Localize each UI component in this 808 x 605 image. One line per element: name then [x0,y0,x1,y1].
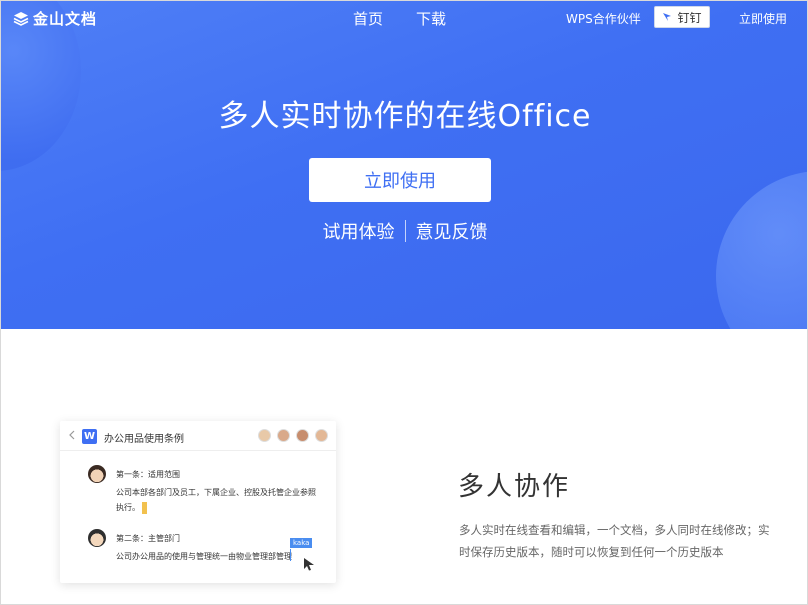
page-frame: 金山文档 首页 下载 WPS合作伙伴 钉钉 立即使用 多人实时协作的在线Offi… [0,0,808,605]
avatar [315,429,328,442]
doc-preview-card: W 办公用品使用条例 第一条：适用范围 公司本部各部门及员工，下属企业、控股及托… [60,421,336,583]
collaborator-cursor [290,549,291,561]
doc-item-body: 公司本部各部门及员工，下属企业、控股及托管企业参照执行。 [116,485,316,515]
back-arrow-icon [69,430,75,440]
hero-title: 多人实时协作的在线Office [218,99,592,134]
feature-title: 多人协作 [458,472,571,502]
dingding-button[interactable]: 钉钉 [654,6,710,28]
doc-item-body: 公司办公用品的使用与管理统一由物业管理部管理 [116,552,292,561]
divider [404,220,406,242]
collaborator-avatars [258,429,334,442]
collaborator-cursor-label: kaka [290,538,313,548]
hero-section: 金山文档 首页 下载 WPS合作伙伴 钉钉 立即使用 多人实时协作的在线Offi… [1,1,807,329]
cursor-mark [142,501,147,514]
doc-item-title: 第一条：适用范围 [116,470,180,479]
hero-links: 试用体验 意见反馈 [1,218,807,244]
logo[interactable]: 金山文档 [13,8,97,29]
avatar [88,465,106,483]
decor-orb-right [716,171,807,329]
trial-link[interactable]: 试用体验 [323,218,395,244]
doc-item-title: 第二条：主管部门 [116,534,180,543]
feedback-link[interactable]: 意见反馈 [416,218,488,244]
avatar [258,429,271,442]
logo-icon [13,11,29,26]
feature-description: 多人实时在线查看和编辑，一个文档，多人同时在线修改；实时保存历史版本，随时可以恢… [459,523,770,559]
hero-use-now-button[interactable]: 立即使用 [309,158,491,202]
nav-partner-link[interactable]: WPS合作伙伴 [566,10,641,27]
doc-card-header: W 办公用品使用条例 [60,421,336,451]
avatar [296,429,309,442]
pin-icon [663,13,672,21]
nav-use-now-link[interactable]: 立即使用 [739,10,787,27]
nav-home-link[interactable]: 首页 [353,8,383,29]
avatar [277,429,290,442]
dingding-label: 钉钉 [677,10,702,25]
avatar [88,529,106,547]
top-nav: 金山文档 首页 下载 WPS合作伙伴 钉钉 立即使用 [1,1,807,35]
doc-card-title: 办公用品使用条例 [104,434,184,445]
pointer-icon [304,558,314,571]
logo-text: 金山文档 [33,10,98,28]
w-doc-icon: W [82,429,97,444]
nav-download-link[interactable]: 下载 [416,8,446,29]
